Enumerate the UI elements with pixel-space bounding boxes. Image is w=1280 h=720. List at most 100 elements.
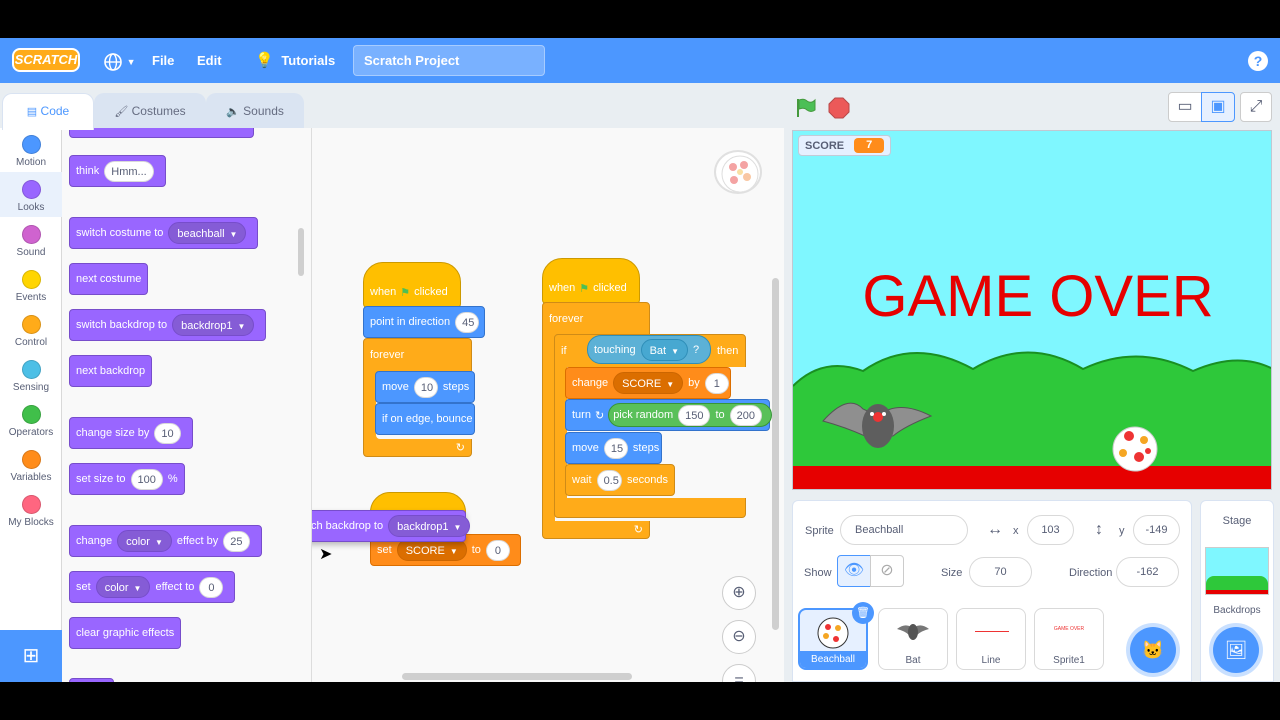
sprite-label: Sprite bbox=[805, 525, 834, 537]
change-variable-block[interactable]: change SCORE ▼ by 1 bbox=[565, 367, 731, 399]
menu-bar: SCRATCH ▼ File Edit 💡 Tutorials Scratch … bbox=[0, 38, 1280, 83]
y-input[interactable]: -149 bbox=[1133, 515, 1180, 545]
fullscreen-button[interactable]: ⤢ bbox=[1240, 92, 1272, 122]
palette-switch-backdrop-block[interactable]: switch backdrop to backdrop1 ▼ bbox=[69, 309, 267, 341]
direction-input[interactable]: -162 bbox=[1116, 557, 1179, 587]
think-input[interactable]: Hmm... bbox=[104, 160, 154, 182]
file-menu[interactable]: File bbox=[152, 38, 174, 83]
effect-dropdown[interactable]: color ▼ bbox=[95, 576, 151, 598]
size-input[interactable]: 70 bbox=[969, 557, 1032, 587]
tab-code[interactable]: ▤ Code bbox=[2, 93, 94, 130]
effect-by-input[interactable]: 25 bbox=[223, 530, 250, 552]
score-variable-monitor[interactable]: SCORE 7 bbox=[798, 135, 892, 156]
zoom-reset-button[interactable]: = bbox=[722, 664, 756, 682]
change-by-input[interactable]: 1 bbox=[704, 372, 729, 394]
palette-scrollbar[interactable] bbox=[298, 228, 304, 276]
category-events[interactable]: Events bbox=[0, 270, 62, 303]
workspace-vscrollbar[interactable] bbox=[772, 278, 779, 630]
score-monitor-value: 7 bbox=[854, 138, 885, 153]
delete-sprite-button[interactable]: 🗑 bbox=[852, 602, 874, 624]
category-looks[interactable]: Looks bbox=[0, 172, 62, 217]
pick-from-input[interactable]: 150 bbox=[678, 404, 711, 426]
turn-block[interactable]: turn ↻ pick random 150 to 200 bbox=[565, 399, 773, 431]
effect-to-input[interactable]: 0 bbox=[199, 576, 224, 598]
small-stage-button[interactable]: ▭ bbox=[1168, 92, 1202, 122]
green-flag-button[interactable] bbox=[794, 96, 818, 120]
move-steps-block[interactable]: move 15 steps bbox=[565, 432, 662, 464]
touching-block[interactable]: touching Bat ▼ ? bbox=[587, 335, 711, 364]
normal-stage-button[interactable]: ▣ bbox=[1201, 92, 1235, 122]
effect-dropdown[interactable]: color ▼ bbox=[117, 530, 172, 552]
category-my-blocks[interactable]: My Blocks bbox=[0, 495, 62, 528]
palette-next-backdrop-block[interactable]: next backdrop bbox=[69, 355, 153, 387]
category-sensing[interactable]: Sensing bbox=[0, 360, 62, 393]
palette-set-effect-block[interactable]: set color ▼ effect to 0 bbox=[69, 571, 236, 603]
palette-change-effect-block[interactable]: change color ▼ effect by 25 bbox=[69, 525, 262, 557]
current-sprite-indicator bbox=[714, 150, 762, 194]
backdrop-dropdown[interactable]: backdrop1 ▼ bbox=[172, 314, 255, 336]
script-workspace[interactable]: when ⚑ clicked point in direction 45 fore… bbox=[312, 128, 784, 682]
show-hidden-button[interactable]: ⊘ bbox=[870, 555, 904, 587]
palette-next-costume-block[interactable]: next costume bbox=[69, 263, 149, 295]
zoom-out-button[interactable]: ⊖ bbox=[722, 620, 756, 654]
palette-set-size-block[interactable]: set size to 100% bbox=[69, 463, 185, 495]
show-visible-button[interactable]: 👁 bbox=[837, 555, 871, 587]
set-to-input[interactable]: 0 bbox=[485, 539, 510, 561]
workspace-hscrollbar[interactable] bbox=[402, 673, 632, 680]
variable-dropdown[interactable]: SCORE ▼ bbox=[613, 372, 684, 394]
bounce-block[interactable]: if on edge, bounce bbox=[375, 403, 475, 435]
variable-dropdown[interactable]: SCORE ▼ bbox=[396, 539, 467, 561]
speaker-icon: 🔈 bbox=[226, 106, 240, 118]
language-menu[interactable]: ▼ bbox=[103, 38, 136, 83]
direction-input[interactable]: 45 bbox=[455, 311, 480, 333]
tutorials-menu[interactable]: 💡 Tutorials bbox=[255, 38, 335, 83]
chevron-down-icon: ▼ bbox=[126, 57, 136, 67]
add-extension-button[interactable]: ⊞ bbox=[0, 630, 62, 682]
sprite-thumb-bat[interactable]: Bat bbox=[878, 608, 948, 670]
palette-clear-effects-block[interactable]: clear graphic effects bbox=[69, 617, 182, 649]
touching-dropdown[interactable]: Bat ▼ bbox=[640, 338, 689, 361]
tab-sounds[interactable]: 🔈 Sounds bbox=[206, 93, 304, 129]
palette-block-partial[interactable] bbox=[69, 678, 114, 682]
sprite-thumb-sprite1[interactable]: GAME OVER Sprite1 bbox=[1034, 608, 1104, 670]
x-input[interactable]: 103 bbox=[1027, 515, 1074, 545]
wait-input[interactable]: 0.5 bbox=[596, 469, 623, 491]
scratch-logo[interactable]: SCRATCH bbox=[12, 48, 80, 72]
block-palette: think Hmm... switch costume to beachball ▼… bbox=[62, 128, 312, 682]
palette-block-partial[interactable] bbox=[69, 128, 254, 138]
add-backdrop-button[interactable]: 🖼 bbox=[1213, 627, 1259, 673]
change-size-input[interactable]: 10 bbox=[154, 422, 181, 444]
palette-think-block[interactable]: think Hmm... bbox=[69, 155, 166, 187]
palette-switch-costume-block[interactable]: switch costume to beachball ▼ bbox=[69, 217, 259, 249]
palette-change-size-block[interactable]: change size by 10 bbox=[69, 417, 193, 449]
project-title-input[interactable]: Scratch Project bbox=[353, 45, 545, 76]
sprite-thumb-line[interactable]: Line bbox=[956, 608, 1026, 670]
pick-random-block[interactable]: pick random 150 to 200 bbox=[608, 403, 773, 427]
zoom-in-button[interactable]: ⊕ bbox=[722, 576, 756, 610]
set-size-input[interactable]: 100 bbox=[130, 468, 163, 490]
costume-dropdown[interactable]: beachball ▼ bbox=[168, 222, 247, 244]
move-steps-block[interactable]: move 10 steps bbox=[375, 371, 475, 403]
when-flag-clicked-hat[interactable]: when ⚑ clicked bbox=[363, 262, 461, 308]
stop-button[interactable] bbox=[827, 96, 851, 120]
edit-menu[interactable]: Edit bbox=[197, 38, 222, 83]
point-in-direction-block[interactable]: point in direction 45 bbox=[363, 306, 485, 338]
dragged-switch-backdrop-block[interactable]: switch backdrop to backdrop1▼ bbox=[312, 510, 471, 542]
stage-canvas[interactable]: SCORE 7 GAME OVER bbox=[792, 130, 1272, 490]
tab-costumes[interactable]: 🖌 Costumes bbox=[94, 93, 206, 129]
category-operators[interactable]: Operators bbox=[0, 405, 62, 438]
move-input[interactable]: 10 bbox=[413, 376, 438, 398]
backdrop-dropdown[interactable]: backdrop1 ▼ bbox=[388, 515, 471, 537]
pick-to-input[interactable]: 200 bbox=[729, 404, 763, 426]
when-flag-clicked-hat[interactable]: when ⚑ clicked bbox=[542, 258, 640, 304]
add-sprite-button[interactable]: 🐱 bbox=[1130, 627, 1176, 673]
category-sound[interactable]: Sound bbox=[0, 225, 62, 258]
caret-icon: ▼ bbox=[449, 547, 458, 556]
wait-block[interactable]: wait 0.5 seconds bbox=[565, 464, 675, 496]
help-icon[interactable]: ? bbox=[1248, 51, 1268, 71]
sprite-name-input[interactable]: Beachball bbox=[840, 515, 968, 545]
category-motion[interactable]: Motion bbox=[0, 135, 62, 168]
category-control[interactable]: Control bbox=[0, 315, 62, 348]
category-variables[interactable]: Variables bbox=[0, 450, 62, 483]
move-input[interactable]: 15 bbox=[603, 437, 628, 459]
